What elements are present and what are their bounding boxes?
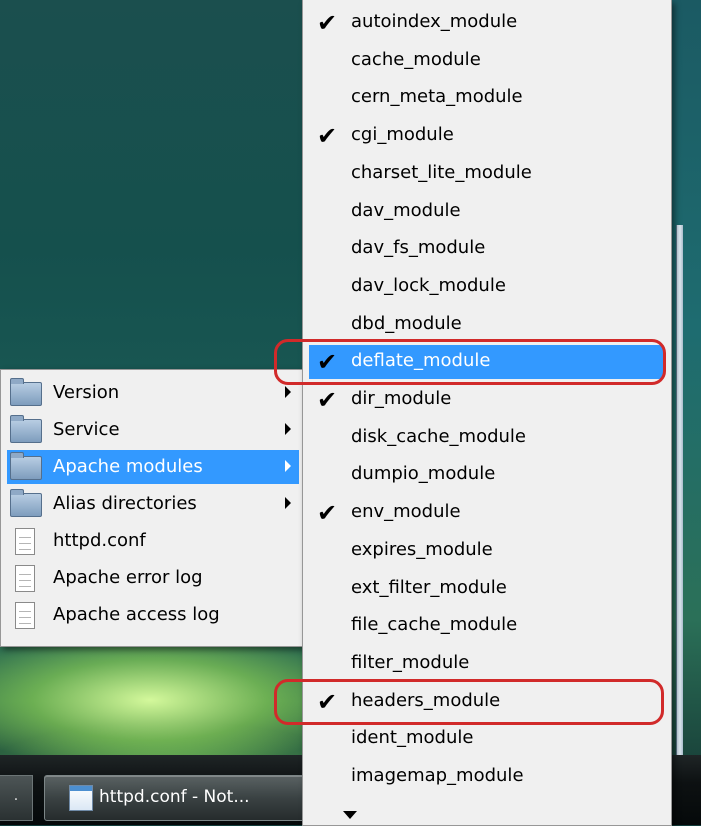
module-item-label: cache_module	[351, 48, 481, 70]
module-item-label: dbd_module	[351, 312, 462, 334]
menu-item-label: Alias directories	[53, 493, 197, 514]
module-item-label: ext_filter_module	[351, 576, 507, 598]
module-item-label: cgi_module	[351, 124, 454, 146]
menu-item-httpd-conf[interactable]: httpd.conf	[7, 524, 299, 558]
module-item-charset-lite-module[interactable]: charset_lite_module	[309, 157, 663, 191]
context-menu: Version Service Apache modules Alias direct…	[0, 369, 304, 647]
module-item-label: filter_module	[351, 651, 470, 673]
module-item-label: disk_cache_module	[351, 425, 526, 447]
file-icon	[15, 602, 35, 629]
menu-item-version[interactable]: Version	[7, 376, 299, 410]
module-item-expires-module[interactable]: expires_module	[309, 534, 663, 568]
module-item-dbd-module[interactable]: dbd_module	[309, 308, 663, 342]
submenu-arrow-icon	[285, 386, 291, 398]
module-item-label: dumpio_module	[351, 463, 496, 485]
module-item-label: file_cache_module	[351, 614, 518, 636]
module-item-file-cache-module[interactable]: file_cache_module	[309, 609, 663, 643]
checkmark-icon: ✔	[317, 9, 338, 37]
taskbar-task-label: httpd.conf - Not...	[99, 787, 250, 807]
checkmark-icon: ✔	[317, 499, 338, 528]
menu-item-apache-access-log[interactable]: Apache access log	[7, 598, 299, 632]
module-item-label: autoindex_module	[351, 11, 518, 32]
menu-item-apache-error-log[interactable]: Apache error log	[7, 561, 299, 595]
checkmark-icon: ✔	[317, 122, 338, 151]
submenu-arrow-icon	[285, 423, 291, 435]
module-item-disk-cache-module[interactable]: disk_cache_module	[309, 421, 663, 455]
module-item-label: env_module	[351, 501, 461, 523]
background-window-edge	[676, 225, 683, 755]
submenu-arrow-icon	[285, 497, 291, 509]
checkmark-icon: ✔	[317, 386, 338, 414]
menu-item-label: Service	[53, 419, 120, 440]
menu-item-label: Version	[53, 382, 120, 403]
annotation-circle	[274, 339, 666, 386]
module-item-label: charset_lite_module	[351, 161, 532, 183]
module-item-autoindex-module[interactable]: ✔ autoindex_module	[309, 6, 663, 40]
module-item-dumpio-module[interactable]: dumpio_module	[309, 458, 663, 492]
taskbar-left-button[interactable]: .	[0, 775, 33, 821]
file-icon	[15, 565, 35, 592]
module-item-cache-module[interactable]: cache_module	[309, 44, 663, 78]
menu-item-service[interactable]: Service	[7, 413, 299, 447]
module-item-label: dav_fs_module	[351, 237, 486, 259]
module-item-label: imagemap_module	[351, 765, 524, 786]
module-item-dav-module[interactable]: dav_module	[309, 195, 663, 229]
module-item-cern-meta-module[interactable]: cern_meta_module	[309, 81, 663, 115]
module-item-dav-fs-module[interactable]: dav_fs_module	[309, 232, 663, 266]
module-item-dir-module[interactable]: ✔ dir_module	[309, 383, 663, 417]
taskbar-task-httpd-conf[interactable]: httpd.conf - Not...	[44, 775, 308, 821]
module-item-label: ident_module	[351, 727, 474, 749]
module-item-label: dav_lock_module	[351, 274, 506, 296]
module-item-label: expires_module	[351, 538, 493, 560]
notepad-icon	[69, 785, 93, 811]
module-item-label: dav_module	[351, 199, 461, 221]
module-item-dav-lock-module[interactable]: dav_lock_module	[309, 270, 663, 304]
scroll-down-arrow-icon[interactable]	[343, 811, 357, 819]
module-item-ident-module[interactable]: ident_module	[309, 722, 663, 756]
menu-item-label: Apache error log	[53, 567, 203, 588]
menu-item-alias-directories[interactable]: Alias directories	[7, 487, 299, 521]
menu-item-label: Apache access log	[53, 604, 220, 625]
folder-icon	[10, 378, 42, 406]
folder-icon	[10, 415, 42, 443]
menu-item-label: httpd.conf	[53, 530, 146, 551]
module-item-filter-module[interactable]: filter_module	[309, 647, 663, 681]
menu-item-apache-modules[interactable]: Apache modules	[7, 450, 299, 484]
folder-icon	[10, 489, 42, 517]
file-icon	[15, 528, 35, 555]
folder-icon	[10, 452, 42, 480]
module-item-imagemap-module[interactable]: imagemap_module	[309, 760, 663, 794]
module-item-label: cern_meta_module	[351, 86, 523, 108]
menu-item-label: Apache modules	[53, 456, 203, 477]
module-item-ext-filter-module[interactable]: ext_filter_module	[309, 572, 663, 606]
module-item-cgi-module[interactable]: ✔ cgi_module	[309, 119, 663, 153]
module-item-env-module[interactable]: ✔ env_module	[309, 496, 663, 530]
submenu-arrow-icon	[285, 460, 291, 472]
annotation-circle	[274, 678, 664, 725]
module-item-label: dir_module	[351, 388, 452, 409]
